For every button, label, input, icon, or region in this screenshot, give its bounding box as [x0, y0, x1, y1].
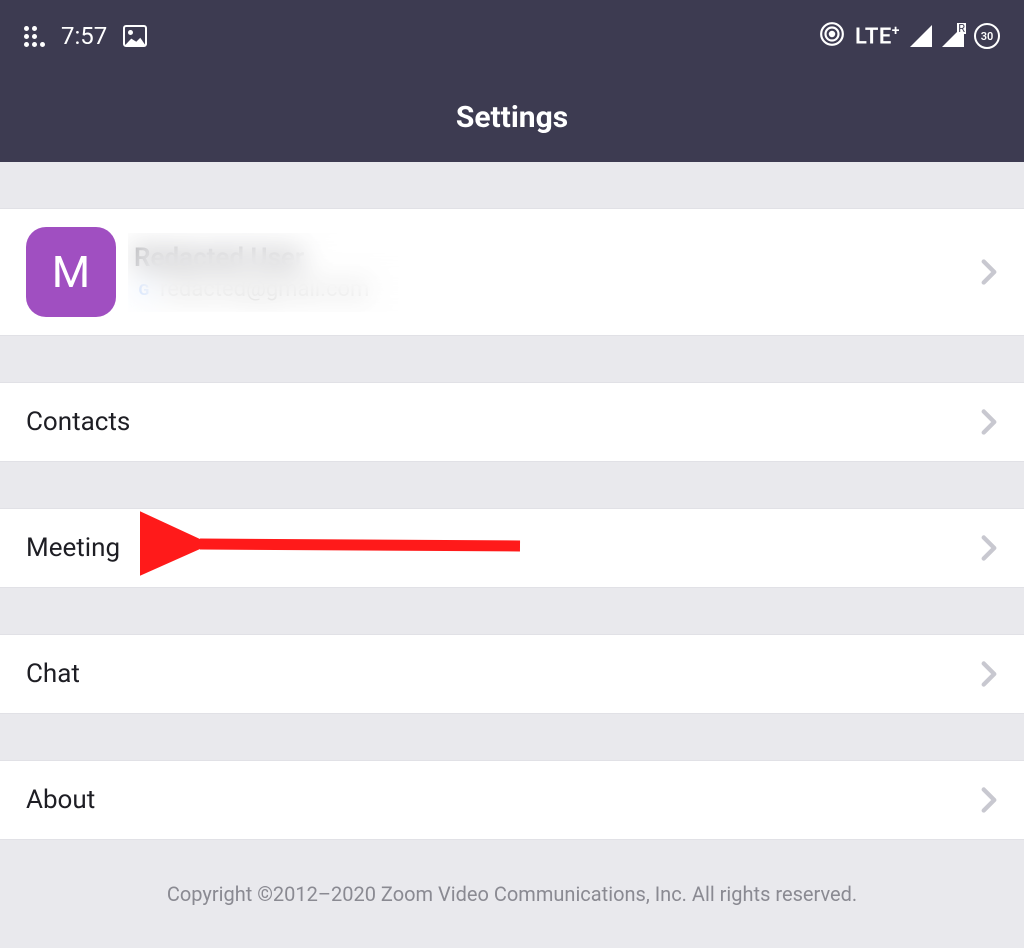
chevron-right-icon [980, 786, 998, 814]
row-label: About [26, 785, 95, 815]
chevron-right-icon [980, 408, 998, 436]
settings-row-meeting[interactable]: Meeting [0, 508, 1024, 588]
row-label: Meeting [26, 533, 120, 563]
content: M Redacted User G redacted@gmail.com Con… [0, 162, 1024, 948]
google-icon: G [134, 279, 154, 299]
chevron-right-icon [980, 258, 998, 286]
hotspot-icon [819, 21, 845, 52]
header-bar: Settings [0, 72, 1024, 162]
status-right: LTE+ R 30 [819, 21, 1000, 52]
battery-icon: 30 [974, 23, 1000, 49]
signal-roaming-icon: R [942, 25, 964, 47]
blackberry-icon [24, 26, 45, 47]
page-title: Settings [456, 100, 568, 135]
row-label: Chat [26, 659, 80, 689]
avatar: M [26, 227, 116, 317]
clock-text: 7:57 [61, 22, 107, 50]
account-email: G redacted@gmail.com [134, 277, 369, 302]
status-left: 7:57 [24, 22, 147, 50]
network-type: LTE+ [855, 23, 900, 49]
status-bar: 7:57 LTE+ R 30 [0, 0, 1024, 72]
chevron-right-icon [980, 660, 998, 688]
account-name: Redacted User [134, 243, 369, 273]
settings-row-contacts[interactable]: Contacts [0, 382, 1024, 462]
picture-icon [123, 25, 147, 47]
chevron-right-icon [980, 534, 998, 562]
signal-icon [910, 25, 932, 47]
settings-row-chat[interactable]: Chat [0, 634, 1024, 714]
account-row[interactable]: M Redacted User G redacted@gmail.com [0, 208, 1024, 336]
settings-row-about[interactable]: About [0, 760, 1024, 840]
account-info: Redacted User G redacted@gmail.com [134, 243, 369, 302]
row-label: Contacts [26, 407, 130, 437]
